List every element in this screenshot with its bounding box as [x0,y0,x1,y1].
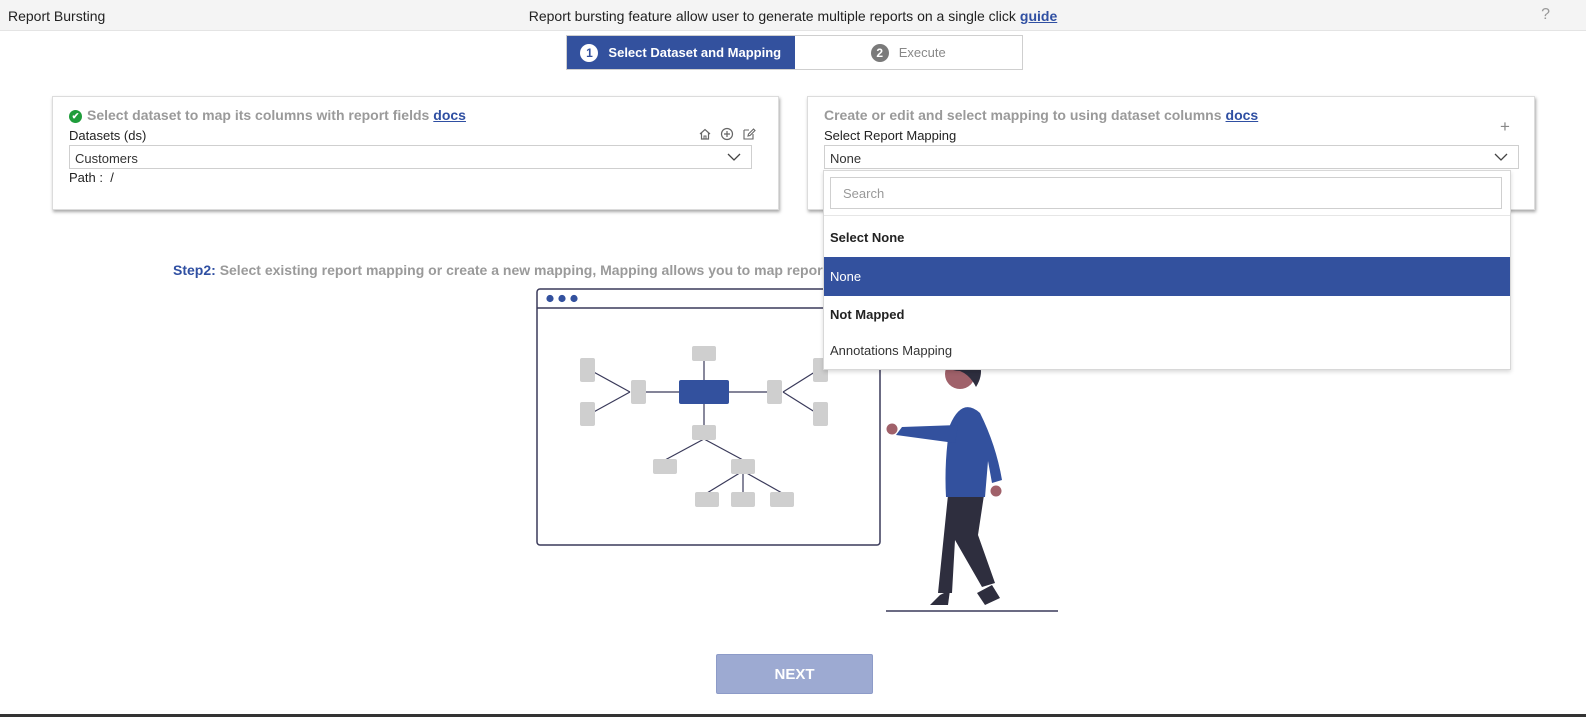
central-node [679,380,729,404]
dataset-card-title-text: Select dataset to map its columns with r… [87,107,430,123]
report-mapping-label: Select Report Mapping [824,128,957,143]
add-mapping-icon[interactable]: + [1500,117,1510,137]
mapping-card-title: Create or edit and select mapping to usi… [824,107,1258,123]
report-mapping-select[interactable]: None [824,145,1519,169]
dataset-card-title: ✔ Select dataset to map its columns with … [69,107,466,123]
path-label: Path : [69,170,103,185]
window-dot [558,294,566,303]
window-dot [570,294,578,303]
dataset-select-value: Customers [75,151,138,166]
dropdown-divider [824,215,1510,216]
step-number: 1 [580,43,599,62]
dataset-select[interactable]: Customers [69,145,752,169]
check-circle-icon: ✔ [69,110,82,123]
mapping-docs-link[interactable]: docs [1226,107,1259,123]
step-label: Select Dataset and Mapping [608,45,782,60]
mapping-card-title-text: Create or edit and select mapping to usi… [824,107,1222,123]
banner-text: Report bursting feature allow user to ge… [528,8,1016,24]
next-button[interactable]: NEXT [716,654,873,694]
dropdown-group-select-none: Select None [830,230,905,245]
add-circle-icon[interactable] [720,127,734,141]
guide-link[interactable]: guide [1020,8,1057,24]
step-select-dataset[interactable]: 1 Select Dataset and Mapping [567,36,795,69]
dropdown-option-annotations-mapping[interactable]: Annotations Mapping [824,332,1510,369]
step-number: 2 [870,43,889,62]
dataset-card: ✔ Select dataset to map its columns with … [52,96,779,210]
banner: Report bursting feature allow user to ge… [0,8,1586,24]
window-dot [546,294,554,303]
home-icon[interactable] [698,127,712,141]
step2-text: Select existing report mapping or create… [219,262,853,278]
step-execute[interactable]: 2 Execute [794,36,1022,69]
path-row: Path : / [69,170,114,185]
dropdown-search-input[interactable] [830,177,1502,209]
mapping-dropdown: Select None None Not Mapped Annotations … [823,170,1511,370]
dataset-docs-link[interactable]: docs [433,107,466,123]
step-label: Execute [898,45,946,60]
wizard-stepper: 1 Select Dataset and Mapping 2 Execute [566,35,1023,70]
edit-icon[interactable] [742,127,756,141]
report-mapping-select-value: None [830,151,862,166]
dropdown-option-none[interactable]: None [824,257,1510,296]
chevron-down-icon [1494,153,1508,161]
chevron-down-icon [727,153,741,161]
step2-instructions: Step2: Select existing report mapping or… [173,262,853,278]
path-value: / [110,170,114,185]
help-icon[interactable]: ? [1541,6,1550,24]
dropdown-group-not-mapped: Not Mapped [830,307,905,322]
datasets-label: Datasets (ds) [69,128,147,143]
step2-label: Step2: [173,262,216,278]
